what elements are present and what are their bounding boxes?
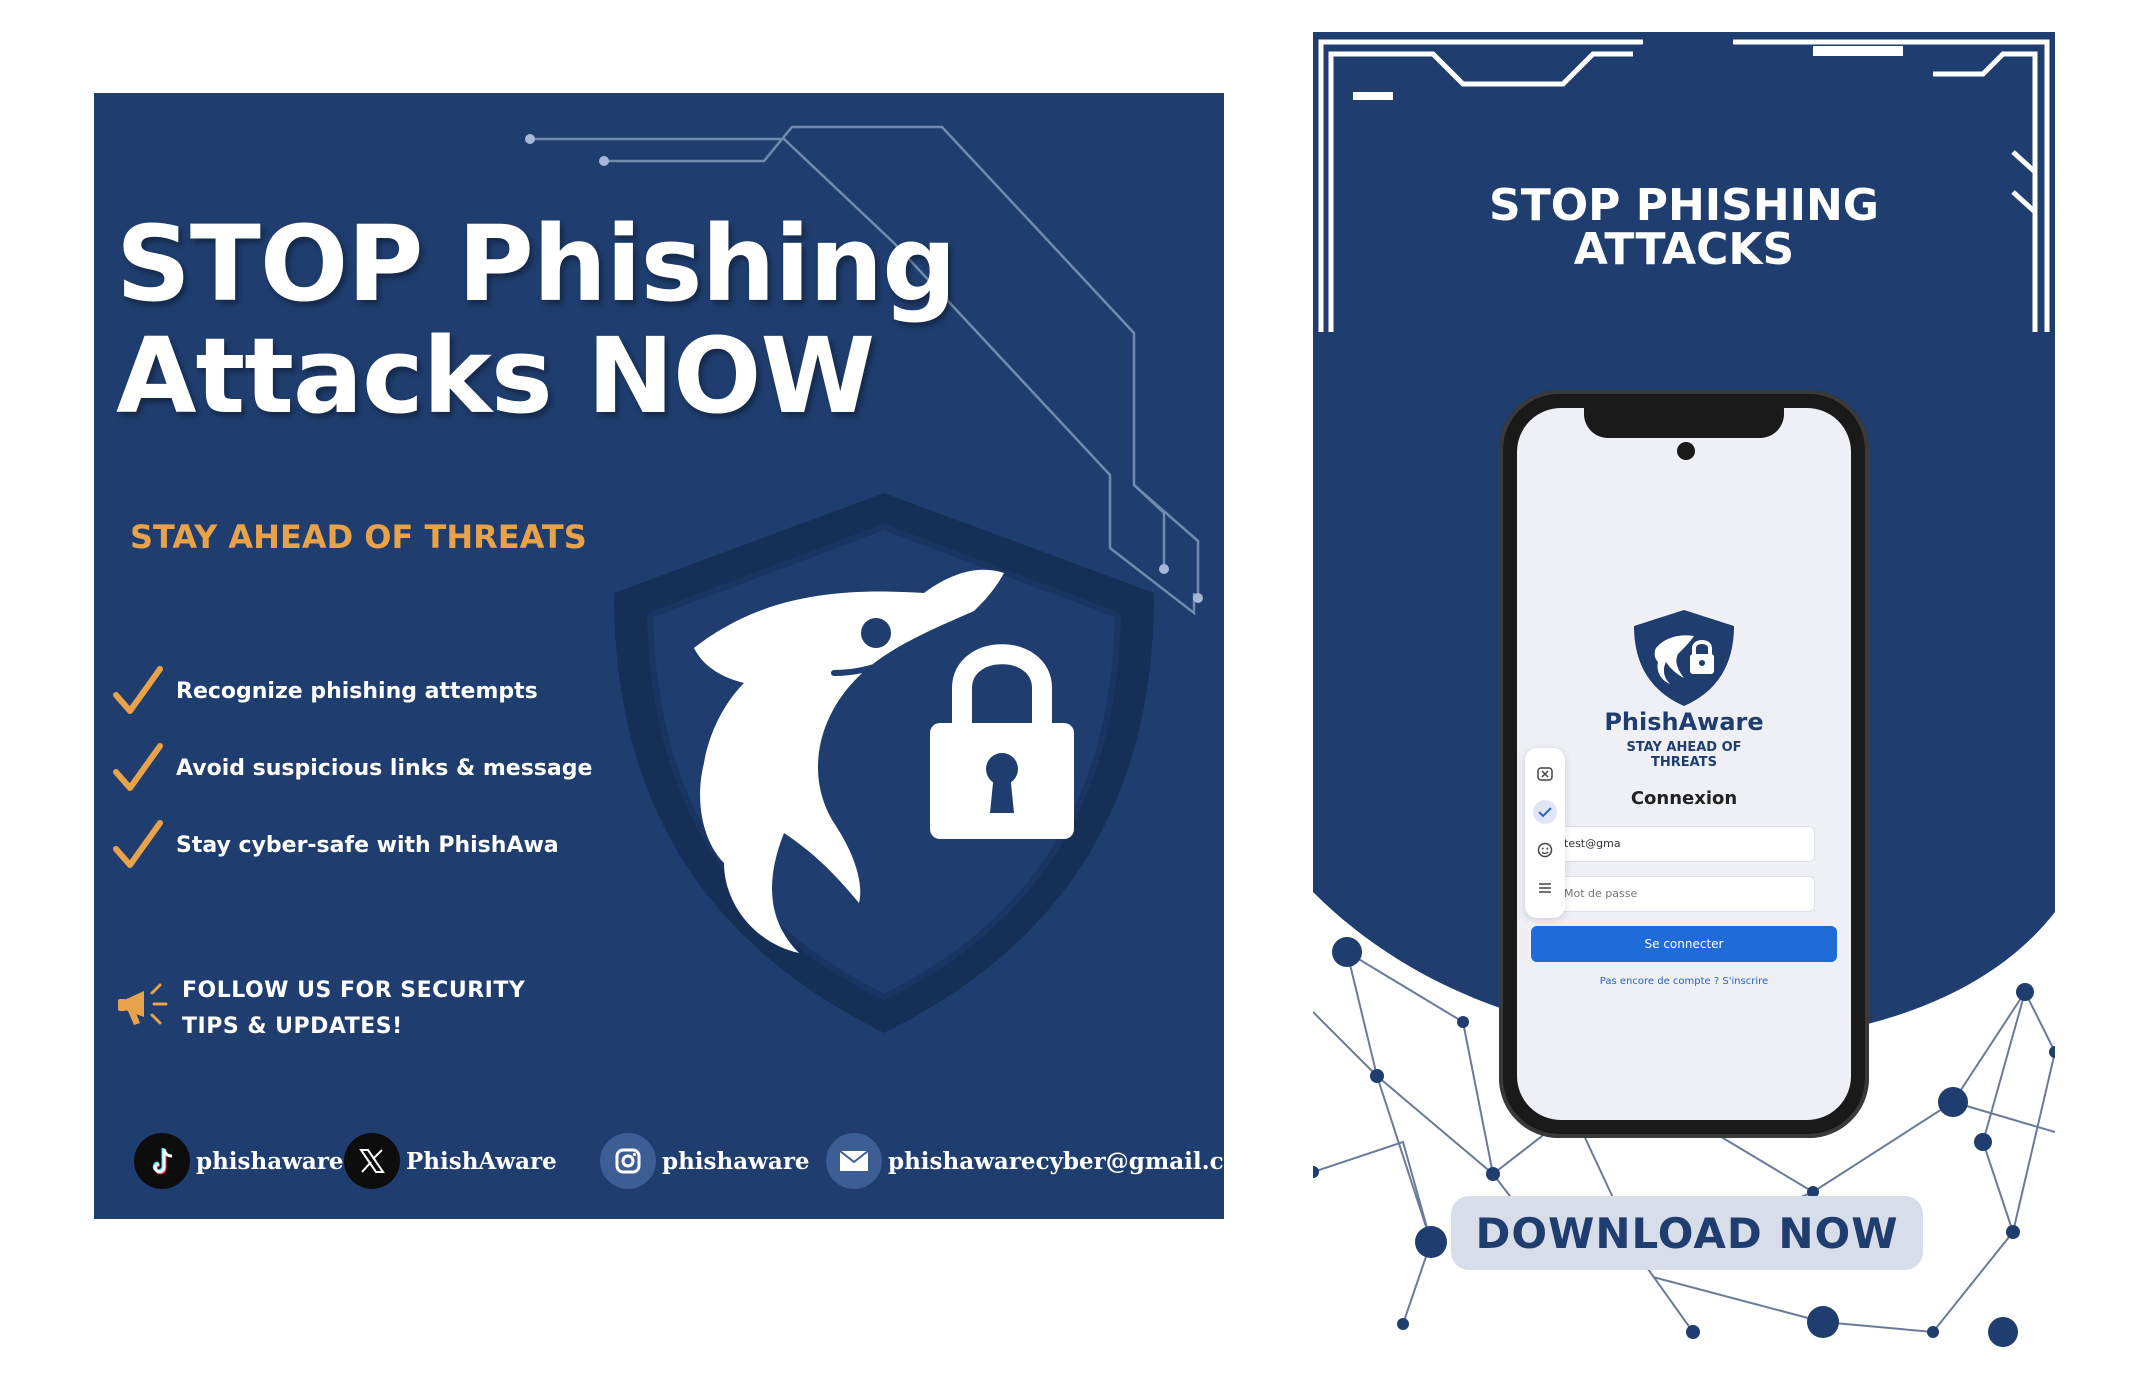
tiktok-icon xyxy=(134,1133,190,1189)
bullet-item: Avoid suspicious links & message xyxy=(110,740,592,796)
follow-line-1: FOLLOW US FOR SECURITY xyxy=(182,978,526,1003)
password-field[interactable] xyxy=(1553,876,1815,912)
instagram-icon xyxy=(600,1133,656,1189)
tagline: STAY AHEAD OF THREATS xyxy=(130,518,587,556)
poster-title: STOP PHISHING ATTACKS xyxy=(1313,184,2055,272)
social-links: phishaware1 PhishAware phishaware phisha… xyxy=(94,1133,1224,1193)
instagram-handle: phishaware xyxy=(662,1147,810,1175)
bullet-text: Recognize phishing attempts xyxy=(176,678,538,704)
download-now-button[interactable]: DOWNLOAD NOW xyxy=(1451,1196,1923,1270)
email-field[interactable] xyxy=(1553,826,1815,862)
app-tagline-line-1: STAY AHEAD OF xyxy=(1626,740,1742,755)
phone-mockup: PhishAware STAY AHEAD OF THREATS Connexi… xyxy=(1499,390,1869,1138)
social-tiktok[interactable]: phishaware1 xyxy=(134,1133,360,1189)
social-x[interactable]: PhishAware xyxy=(344,1133,557,1189)
megaphone-icon xyxy=(118,983,168,1025)
bullet-text: Stay cyber-safe with PhishAwa xyxy=(176,832,559,858)
follow-us-callout: FOLLOW US FOR SECURITY TIPS & UPDATES! xyxy=(114,973,525,1045)
check-icon xyxy=(113,666,163,714)
keyboard-toolbar xyxy=(1525,748,1565,918)
headline-line-1: STOP Phishing xyxy=(116,203,957,325)
check-icon[interactable] xyxy=(1533,800,1557,824)
bullet-item: Recognize phishing attempts xyxy=(110,663,538,719)
bullet-item: Stay cyber-safe with PhishAwa xyxy=(110,817,559,873)
close-icon[interactable] xyxy=(1533,762,1557,786)
x-handle: PhishAware xyxy=(406,1147,557,1175)
phone-notch xyxy=(1584,408,1784,438)
mail-icon xyxy=(826,1133,882,1189)
check-icon xyxy=(113,820,163,868)
menu-icon[interactable] xyxy=(1533,876,1557,900)
bullet-text: Avoid suspicious links & message xyxy=(176,755,593,781)
x-logo-icon xyxy=(344,1133,400,1189)
app-name: PhishAware xyxy=(1604,708,1764,736)
phishaware-logo-icon xyxy=(1634,610,1734,706)
login-button[interactable]: Se connecter xyxy=(1531,926,1837,962)
email-address: phishawarecyber@gmail.com xyxy=(888,1147,1224,1175)
emoji-icon[interactable] xyxy=(1533,838,1557,862)
follow-line-2: TIPS & UPDATES! xyxy=(182,1014,403,1039)
app-tagline: STAY AHEAD OF THREATS xyxy=(1577,740,1791,770)
social-instagram[interactable]: phishaware xyxy=(600,1133,810,1189)
signup-link[interactable]: Pas encore de compte ? S'inscrire xyxy=(1517,976,1851,987)
follow-text: FOLLOW US FOR SECURITY TIPS & UPDATES! xyxy=(182,973,525,1045)
check-icon xyxy=(113,743,163,791)
tiktok-handle: phishaware1 xyxy=(196,1147,360,1175)
headline-line-2: Attacks NOW xyxy=(116,315,875,437)
poster-title-line-2: ATTACKS xyxy=(1573,224,1795,275)
phishing-poster-right: STOP PHISHING ATTACKS PhishAware STAY AH… xyxy=(1313,32,2055,1354)
poster-title-line-1: STOP PHISHING xyxy=(1489,180,1879,231)
shield-fish-lock-illustration xyxy=(614,493,1154,1033)
phishing-poster-left: STOP Phishing Attacks NOW STAY AHEAD OF … xyxy=(94,93,1224,1219)
social-email[interactable]: phishawarecyber@gmail.com xyxy=(826,1133,1224,1189)
app-tagline-line-2: THREATS xyxy=(1651,755,1717,770)
login-form-title: Connexion xyxy=(1630,788,1738,809)
phone-screen: PhishAware STAY AHEAD OF THREATS Connexi… xyxy=(1517,408,1851,1120)
headline: STOP Phishing Attacks NOW xyxy=(116,203,957,437)
camera-icon xyxy=(1677,442,1695,460)
